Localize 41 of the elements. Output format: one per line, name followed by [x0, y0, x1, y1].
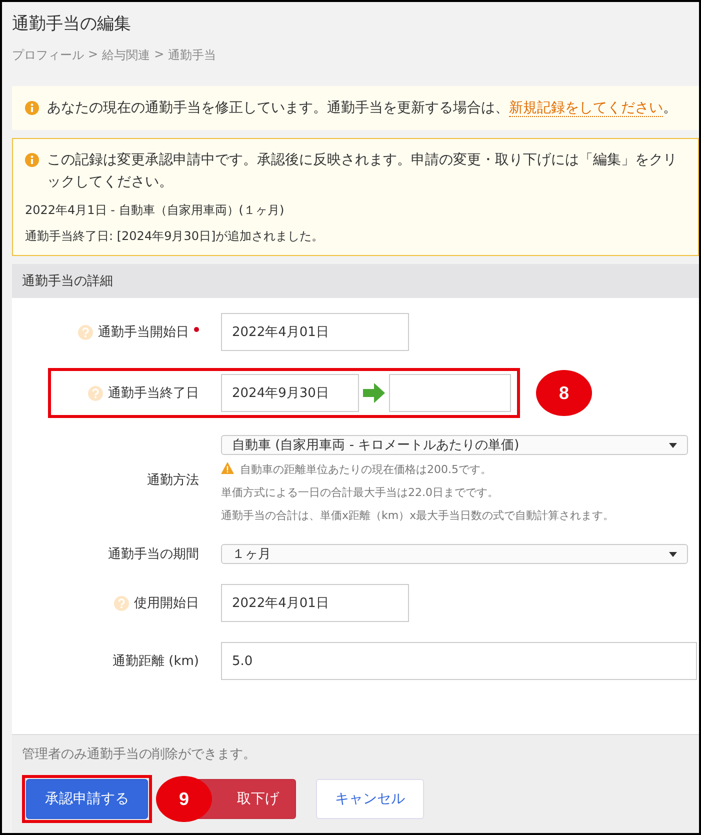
date-field[interactable]	[389, 374, 511, 412]
select-value: １ヶ月	[232, 546, 271, 563]
breadcrumb-separator: >	[154, 47, 164, 63]
warning-text: 自動車の距離単位あたりの現在価格は200.5です。	[221, 461, 688, 478]
new-record-link[interactable]: 新規記録をしてください	[509, 100, 663, 117]
field-label: 使用開始日	[134, 595, 199, 612]
breadcrumb-item[interactable]: プロフィール	[12, 47, 84, 64]
field-label: 通勤手当の期間	[108, 546, 199, 563]
info-icon	[25, 153, 39, 167]
field-label: 通勤手当開始日	[98, 324, 189, 341]
field-label: 通勤手当終了日	[108, 385, 199, 402]
select-field[interactable]: 自動車 (自家用車両 - キロメートルあたりの単価)	[221, 435, 688, 455]
help-text: 通勤手当の合計は、単価x距離（km）x最大手当日数の式で自動計算されます。	[221, 508, 616, 524]
breadcrumb-separator: >	[88, 47, 98, 63]
submit-button[interactable]: 承認申請する	[26, 779, 148, 819]
field-label: 通勤距離 (km)	[112, 653, 199, 670]
footer-note: 管理者のみ通勤手当の削除ができます。	[22, 746, 257, 763]
help-text: 単価方式による一日の合計最大手当は22.0日までです。	[221, 485, 500, 501]
text-field[interactable]: 5.0	[221, 642, 697, 680]
select-value: 自動車 (自家用車両 - キロメートルあたりの単価)	[232, 437, 520, 454]
notice-detail: 2022年4月1日 - 自動車（自家用車両）(１ヶ月)	[25, 202, 286, 219]
cancel-button[interactable]: キャンセル	[316, 779, 424, 819]
date-field[interactable]: 2024年9月30日	[221, 374, 359, 412]
date-field[interactable]: 2022年4月01日	[221, 584, 409, 622]
page-title: 通勤手当の編集	[12, 13, 132, 35]
section-header: 通勤手当の詳細	[12, 264, 699, 298]
notice-text: この記録は変更承認申請中です。承認後に反映されます。申請の変更・取り下げには「編集」をクリックしてください。	[47, 151, 678, 192]
caret-icon	[669, 442, 677, 448]
callout-tooltip: 9	[156, 776, 212, 822]
callout-tooltip: 8	[536, 370, 592, 416]
breadcrumb-item[interactable]: 給与関連	[102, 47, 150, 64]
notice-detail: 通勤手当終了日: [2024年9月30日]が追加されました。	[25, 228, 325, 245]
breadcrumb-item[interactable]: 通勤手当	[168, 47, 216, 64]
date-field[interactable]: 2022年4月01日	[221, 313, 409, 351]
field-label: 通勤方法	[147, 472, 199, 488]
notice-text: あなたの現在の通勤手当を修正しています。通勤手当を更新する場合は、新規記録をしてください。	[47, 99, 677, 119]
warning-icon	[221, 462, 234, 474]
arrow-icon	[363, 383, 385, 403]
info-icon	[25, 101, 39, 115]
select-field[interactable]: １ヶ月	[221, 544, 688, 564]
caret-icon	[669, 552, 677, 556]
